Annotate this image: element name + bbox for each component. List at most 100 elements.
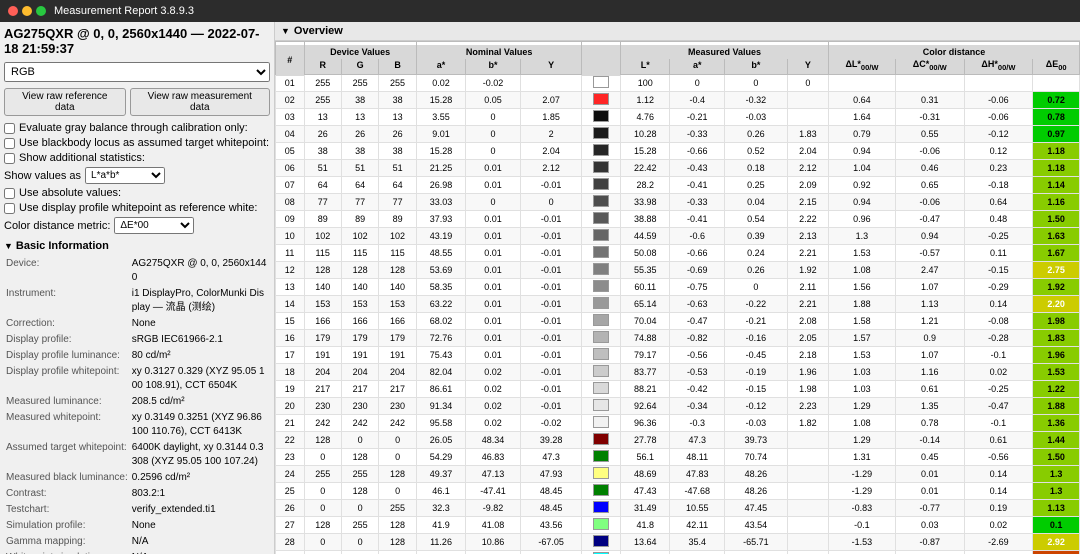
data-cell: -0.15 <box>724 380 787 397</box>
data-cell: 51 <box>304 159 341 176</box>
data-cell: -0.42 <box>670 380 724 397</box>
data-cell: 0.26 <box>724 125 787 142</box>
data-cell: 15.28 <box>416 142 465 159</box>
data-row: 2425525512849.3747.1347.9348.6947.8348.2… <box>276 465 1080 482</box>
data-cell: 13 <box>304 108 341 125</box>
color-swatch-cell <box>582 227 621 244</box>
data-cell: 17 <box>276 346 305 363</box>
raw-meas-button[interactable]: View raw measurement data <box>130 88 270 116</box>
blackbody-checkbox[interactable] <box>4 138 15 149</box>
data-cell: 0 <box>379 482 416 499</box>
data-cell: 15.28 <box>621 142 670 159</box>
data-cell: -0.06 <box>964 108 1033 125</box>
data-cell: 1.98 <box>787 380 828 397</box>
col-dC: ΔC*00/W <box>895 57 964 75</box>
data-cell: -47.68 <box>670 482 724 499</box>
raw-ref-button[interactable]: View raw reference data <box>4 88 126 116</box>
info-value: sRGB IEC61966-2.1 <box>130 332 270 348</box>
data-cell: 0.01 <box>466 295 520 312</box>
data-cell: 48.26 <box>724 465 787 482</box>
data-cell: 179 <box>379 329 416 346</box>
info-row: Assumed target whitepoint:6400K daylight… <box>4 440 270 470</box>
data-cell: -0.01 <box>520 312 582 329</box>
data-cell: 41.9 <box>416 516 465 533</box>
color-distance-select[interactable]: ΔE*00 <box>114 217 194 234</box>
color-swatch-cell <box>582 380 621 397</box>
color-swatch-cell <box>582 533 621 550</box>
data-cell: 9.01 <box>416 125 465 142</box>
de-cell: 1.22 <box>1033 380 1080 397</box>
data-cell: 2.13 <box>787 227 828 244</box>
data-row: 1516616616668.020.01-0.0170.04-0.47-0.21… <box>276 312 1080 329</box>
data-row: 1111511511548.550.01-0.0150.08-0.660.242… <box>276 244 1080 261</box>
data-cell <box>895 74 964 91</box>
info-label: Simulation profile: <box>4 518 130 534</box>
data-cell: 07 <box>276 176 305 193</box>
color-swatch-cell <box>582 346 621 363</box>
data-row: 0989898937.930.01-0.0138.88-0.410.542.22… <box>276 210 1080 227</box>
data-cell: 51 <box>379 159 416 176</box>
data-cell: 88.21 <box>621 380 670 397</box>
close-button[interactable] <box>8 6 18 16</box>
data-cell: 56.1 <box>621 448 670 465</box>
data-cell: 27 <box>276 516 305 533</box>
de-cell: 1.92 <box>1033 278 1080 295</box>
data-cell: 75.43 <box>416 346 465 363</box>
data-cell: -0.41 <box>670 176 724 193</box>
data-cell <box>787 516 828 533</box>
display-profile-checkbox[interactable] <box>4 203 15 214</box>
maximize-button[interactable] <box>36 6 46 16</box>
color-swatch-cell <box>582 414 621 431</box>
data-cell: 217 <box>341 380 378 397</box>
data-cell: 2.04 <box>787 142 828 159</box>
col-a-star: a* <box>416 57 465 75</box>
data-cell: -112.05 <box>520 550 582 554</box>
info-row: Testchart:verify_extended.ti1 <box>4 502 270 518</box>
de-cell: 4.66 <box>1033 550 1080 554</box>
data-row: 260025532.3-9.8248.4531.4910.5547.45-0.8… <box>276 499 1080 516</box>
data-cell <box>787 91 828 108</box>
data-cell: -0.33 <box>670 125 724 142</box>
data-cell: 1.21 <box>895 312 964 329</box>
data-cell: 48.34 <box>466 431 520 448</box>
data-cell: 22 <box>276 431 305 448</box>
data-cell: 0.31 <box>895 91 964 108</box>
data-cell: -0.6 <box>670 227 724 244</box>
data-cell <box>787 499 828 516</box>
data-cell: -0.29 <box>964 278 1033 295</box>
data-cell: 13 <box>379 108 416 125</box>
additional-checkbox[interactable] <box>4 153 15 164</box>
data-cell: 0.03 <box>895 516 964 533</box>
minimize-button[interactable] <box>22 6 32 16</box>
color-swatch-cell <box>582 312 621 329</box>
data-cell: 26 <box>304 125 341 142</box>
col-b-star: b* <box>466 57 520 75</box>
info-row: Instrument:i1 DisplayPro, ColorMunki Dis… <box>4 286 270 316</box>
color-swatch-cell <box>582 244 621 261</box>
data-cell: 83.77 <box>621 363 670 380</box>
data-cell: 42.11 <box>670 516 724 533</box>
data-cell: 10.55 <box>670 499 724 516</box>
gray-balance-checkbox[interactable] <box>4 123 15 134</box>
data-cell: -0.83 <box>828 499 895 516</box>
de-cell: 1.36 <box>1033 414 1080 431</box>
color-swatch-cell <box>582 278 621 295</box>
data-cell: -0.01 <box>520 176 582 193</box>
info-value: AG275QXR @ 0, 0, 2560x1440 <box>130 256 270 286</box>
data-cell: 0 <box>466 142 520 159</box>
show-values-select[interactable]: L*a*b* <box>85 167 165 184</box>
data-row: 1010210210243.190.01-0.0144.59-0.60.392.… <box>276 227 1080 244</box>
data-cell: 39.28 <box>520 431 582 448</box>
data-cell: -0.01 <box>520 295 582 312</box>
data-cell: 0 <box>304 482 341 499</box>
data-row: 2712825512841.941.0843.5641.842.1143.54-… <box>276 516 1080 533</box>
data-cell: 191 <box>379 346 416 363</box>
color-swatch-cell <box>582 363 621 380</box>
data-cell: -0.47 <box>895 210 964 227</box>
data-cell: 0.39 <box>724 227 787 244</box>
data-row: 02255383815.280.052.071.12-0.4-0.320.640… <box>276 91 1080 108</box>
de-cell: 2.75 <box>1033 261 1080 278</box>
data-cell: 1.53 <box>828 244 895 261</box>
profile-select[interactable]: RGB <box>4 62 270 82</box>
absolute-checkbox[interactable] <box>4 188 15 199</box>
